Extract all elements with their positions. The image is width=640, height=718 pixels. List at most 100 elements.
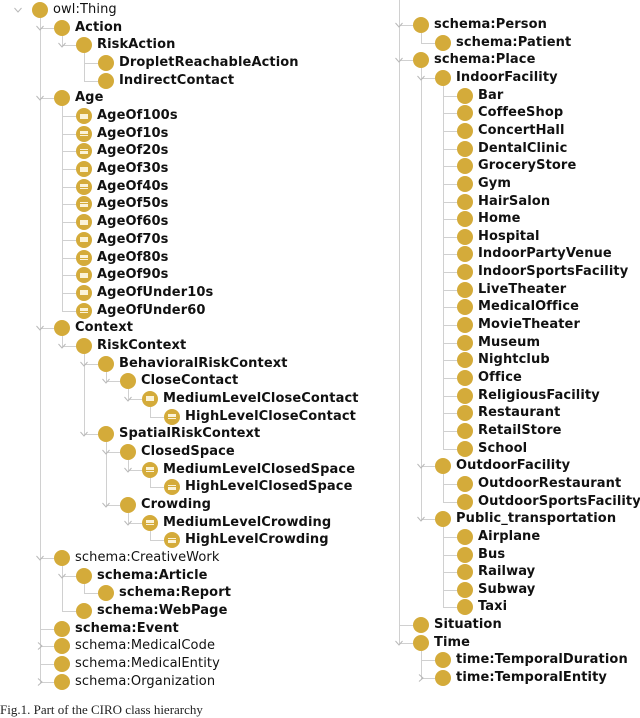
tree-node-label: schema:CreativeWork bbox=[75, 550, 220, 566]
tree-connector bbox=[150, 540, 164, 542]
class-icon bbox=[457, 387, 473, 404]
chevron-down-icon[interactable] bbox=[14, 6, 22, 14]
chevron-down-icon[interactable] bbox=[395, 21, 403, 29]
chevron-down-icon[interactable] bbox=[102, 377, 110, 385]
class-icon bbox=[435, 34, 451, 51]
tree-connector bbox=[62, 186, 76, 188]
tree-node-label: HairSalon bbox=[478, 193, 551, 209]
tree-connector bbox=[443, 360, 457, 362]
tree-node-label: AgeOf50s bbox=[97, 196, 169, 212]
tree-node-label: Context bbox=[75, 320, 134, 336]
tree-node-label: AgeOf80s bbox=[97, 249, 169, 265]
tree-connector bbox=[62, 275, 76, 277]
chevron-down-icon[interactable] bbox=[124, 466, 132, 474]
class-icon bbox=[457, 422, 473, 439]
class-icon bbox=[457, 405, 473, 422]
tree-node-label: ConcertHall bbox=[478, 122, 565, 138]
tree-connector bbox=[443, 413, 457, 415]
tree-connector bbox=[443, 527, 444, 608]
chevron-down-icon[interactable] bbox=[102, 448, 110, 456]
tree-connector bbox=[443, 130, 457, 132]
individual-icon bbox=[142, 390, 158, 407]
tree-node-label: Hospital bbox=[478, 228, 540, 244]
chevron-down-icon[interactable] bbox=[124, 395, 132, 403]
class-icon bbox=[435, 458, 451, 475]
tree-connector bbox=[443, 148, 457, 150]
class-icon bbox=[54, 673, 70, 690]
tree-node-label: Time bbox=[434, 634, 471, 650]
tree-node-label: DentalClinic bbox=[478, 140, 568, 156]
tree-connector bbox=[84, 593, 98, 595]
tree-node-label: AgeOf30s bbox=[97, 161, 169, 177]
chevron-down-icon[interactable] bbox=[58, 41, 66, 49]
tree-node-label: Gym bbox=[478, 175, 511, 191]
tree-node-label: Situation bbox=[434, 617, 502, 633]
chevron-down-icon[interactable] bbox=[417, 74, 425, 82]
figure-caption: Fig.1. Part of the CIRO class hierarchy bbox=[0, 702, 203, 717]
class-icon bbox=[413, 17, 429, 33]
tree-node-label: HighLevelCrowding bbox=[185, 532, 329, 548]
chevron-right-icon[interactable] bbox=[36, 642, 44, 651]
tree-node-label: schema:Article bbox=[97, 567, 208, 583]
tree-node-label: schema:Event bbox=[75, 620, 179, 636]
individual-icon bbox=[76, 302, 92, 319]
tree-node-label: schema:Organization bbox=[75, 673, 216, 689]
individual-icon bbox=[164, 408, 180, 425]
chevron-down-icon[interactable] bbox=[36, 24, 44, 32]
tree-node-label: School bbox=[478, 440, 528, 456]
chevron-right-icon[interactable] bbox=[417, 674, 425, 682]
chevron-down-icon[interactable] bbox=[395, 56, 403, 64]
tree-connector bbox=[150, 406, 151, 417]
tree-node-label: MediumLevelClosedSpace bbox=[163, 461, 356, 477]
chevron-down-icon[interactable] bbox=[36, 324, 44, 332]
chevron-down-icon[interactable] bbox=[58, 342, 66, 350]
tree-node-label: SpatialRiskContext bbox=[119, 426, 261, 442]
tree-connector bbox=[62, 257, 76, 259]
tree-node-label: HighLevelCloseContact bbox=[185, 408, 356, 424]
tree-connector bbox=[62, 133, 76, 135]
tree-node-label: AgeOf60s bbox=[97, 214, 169, 230]
tree-node-label: RiskContext bbox=[97, 337, 187, 353]
tree-node-label: MediumLevelCrowding bbox=[163, 514, 332, 530]
individual-icon bbox=[76, 267, 92, 284]
chevron-down-icon[interactable] bbox=[102, 501, 110, 509]
chevron-right-icon[interactable] bbox=[36, 677, 44, 686]
tree-node-label: AgeOf10s bbox=[97, 125, 169, 141]
tree-connector bbox=[443, 501, 457, 503]
class-icon bbox=[54, 19, 70, 36]
tree-connector bbox=[62, 151, 76, 153]
chevron-down-icon[interactable] bbox=[80, 430, 88, 438]
tree-node-label: owl:Thing bbox=[53, 2, 117, 17]
tree-connector bbox=[443, 395, 457, 397]
tree-node-label: RiskAction bbox=[97, 37, 176, 53]
tree-connector bbox=[150, 530, 151, 541]
tree-node-label: AgeOf40s bbox=[97, 178, 169, 194]
chevron-down-icon[interactable] bbox=[395, 639, 403, 647]
tree-connector bbox=[62, 204, 76, 206]
individual-icon bbox=[76, 178, 92, 195]
class-icon bbox=[457, 440, 473, 457]
tree-connector bbox=[443, 201, 457, 203]
chevron-down-icon[interactable] bbox=[417, 515, 425, 523]
tree-connector bbox=[62, 239, 76, 241]
chevron-down-icon[interactable] bbox=[36, 94, 44, 102]
tree-node-label: Nightclub bbox=[478, 352, 550, 368]
chevron-down-icon[interactable] bbox=[417, 462, 425, 470]
chevron-down-icon[interactable] bbox=[80, 360, 88, 368]
class-icon bbox=[457, 175, 473, 192]
class-icon bbox=[76, 337, 92, 354]
tree-connector bbox=[443, 254, 457, 256]
tree-connector bbox=[443, 85, 444, 449]
chevron-down-icon[interactable] bbox=[124, 519, 132, 527]
tree-node-label: schema:Patient bbox=[456, 34, 572, 50]
chevron-down-icon[interactable] bbox=[58, 572, 66, 580]
tree-connector bbox=[421, 68, 422, 520]
tree-node-label: Office bbox=[478, 370, 522, 385]
individual-icon bbox=[76, 108, 92, 125]
tree-connector bbox=[84, 80, 98, 82]
tree-node-label: AgeOf100s bbox=[97, 108, 178, 124]
tree-connector bbox=[150, 487, 164, 489]
tree-node-label: OutdoorRestaurant bbox=[478, 475, 622, 491]
tree-node-label: OutdoorSportsFacility bbox=[478, 493, 640, 509]
chevron-down-icon[interactable] bbox=[36, 554, 44, 562]
